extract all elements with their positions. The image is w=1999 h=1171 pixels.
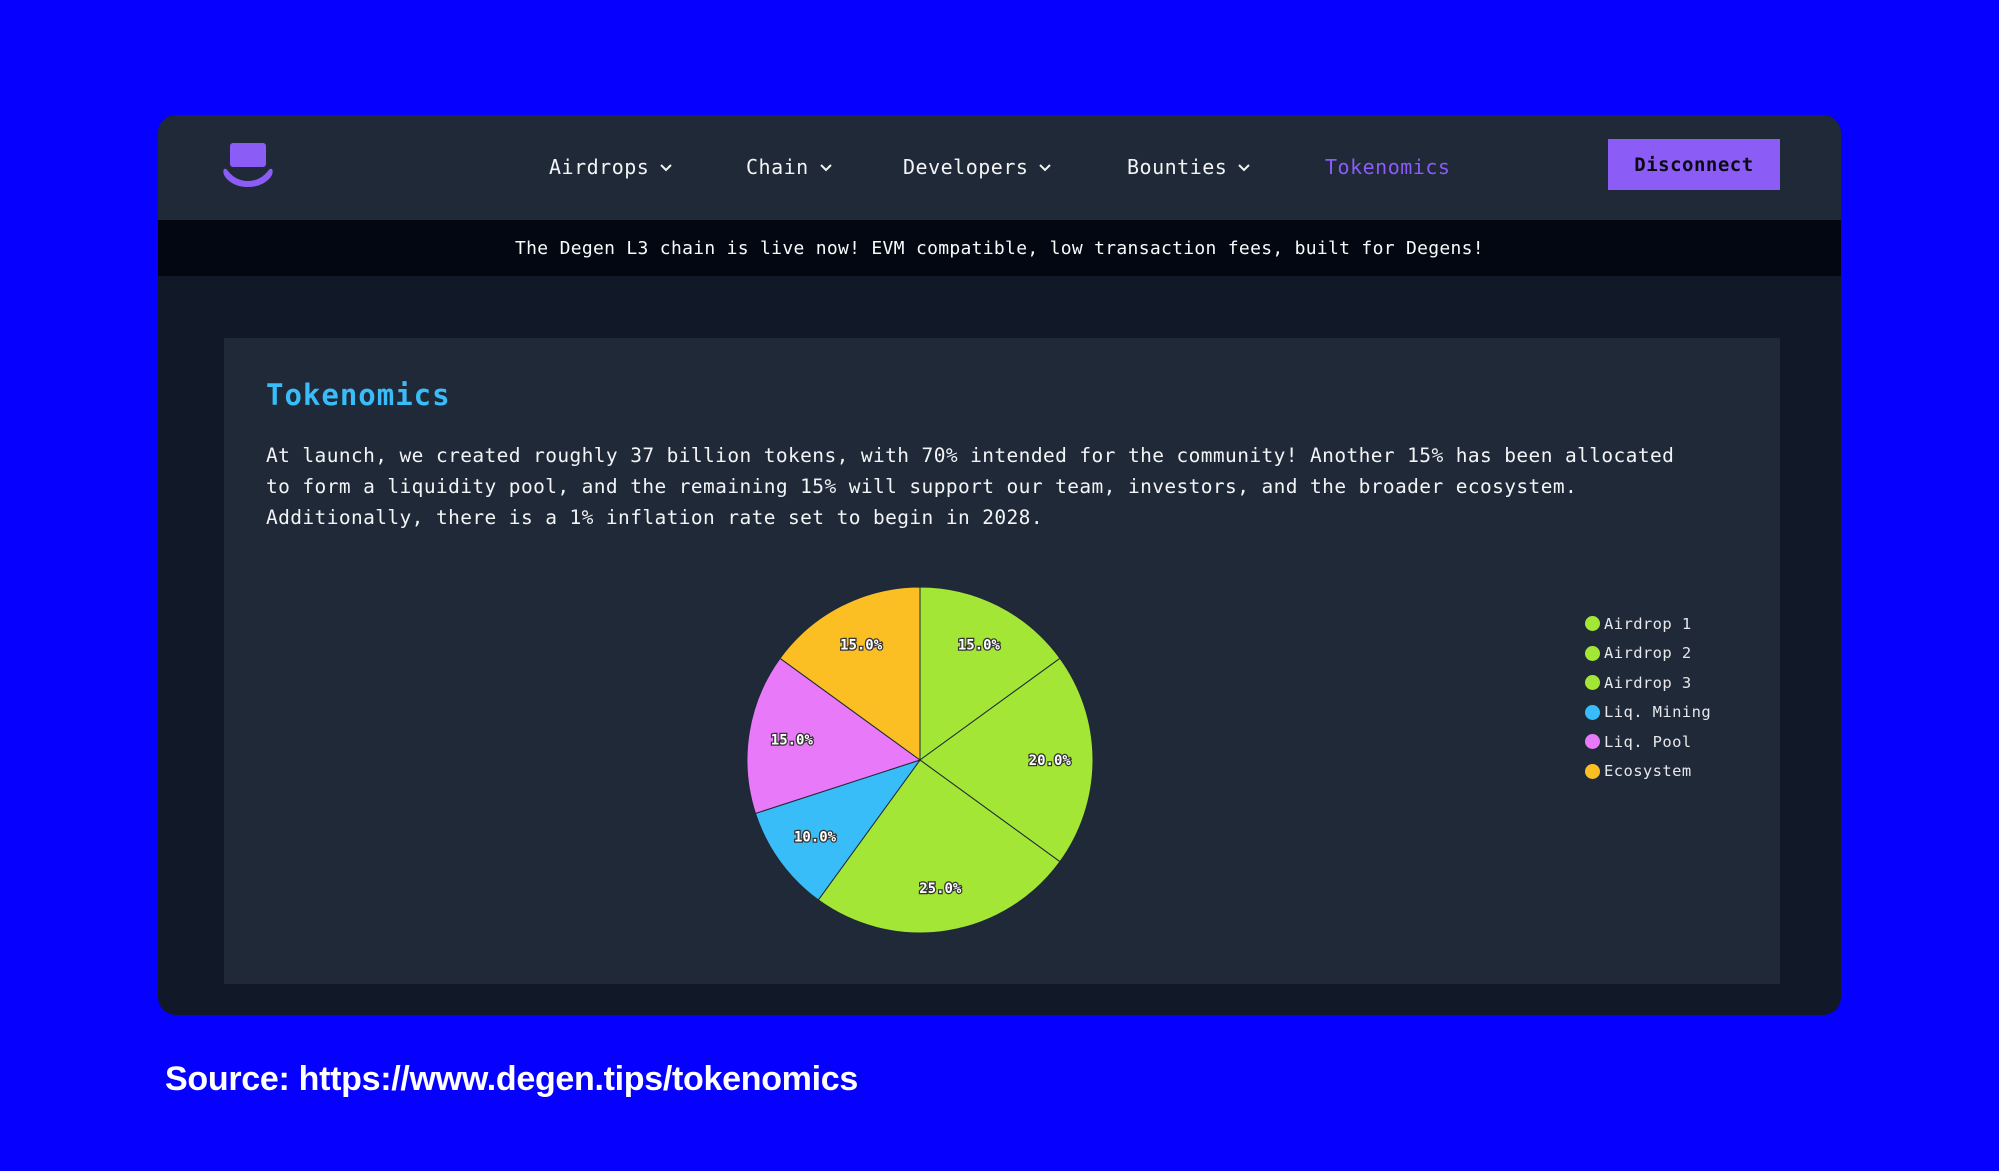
legend-label: Airdrop 3 [1604,673,1692,692]
chevron-down-icon [1238,164,1251,172]
pie-slice-label: 25.0% [919,881,962,897]
tokenomics-card: Tokenomics At launch, we created roughly… [224,338,1780,984]
chevron-down-icon [1039,164,1052,172]
legend-swatch [1585,616,1600,632]
disconnect-button[interactable]: Disconnect [1608,139,1780,190]
legend-item[interactable]: Airdrop 3 [1585,668,1711,698]
source-caption: Source: https://www.degen.tips/tokenomic… [165,1060,858,1098]
pie-slice-label: 15.0% [771,733,814,749]
legend-swatch [1585,645,1600,661]
chevron-down-icon [820,164,832,172]
pie-slice-label: 15.0% [958,637,1001,653]
legend-item[interactable]: Airdrop 1 [1585,609,1711,639]
nav-item-label: Chain [746,155,809,179]
announcement-banner: The Degen L3 chain is live now! EVM comp… [158,220,1841,276]
navbar: Airdrops Chain Developers Bounties Token… [158,115,1841,220]
legend-label: Liq. Pool [1604,732,1692,751]
nav-item-airdrops[interactable]: Airdrops [549,153,673,181]
nav-item-label: Developers [903,155,1029,179]
legend-item[interactable]: Liq. Mining [1585,698,1711,728]
pie-slice-label: 10.0% [794,829,837,845]
browser-window: Airdrops Chain Developers Bounties Token… [158,115,1841,1015]
legend-label: Airdrop 1 [1604,614,1692,633]
chevron-down-icon [660,164,673,172]
legend-item[interactable]: Liq. Pool [1585,727,1711,757]
nav-item-chain[interactable]: Chain [746,153,833,181]
chart-legend: Airdrop 1 Airdrop 2 Airdrop 3 Liq. Mining Li… [1585,609,1711,786]
legend-label: Ecosystem [1604,762,1692,781]
legend-label: Airdrop 2 [1604,644,1692,663]
nav-item-label: Tokenomics [1325,155,1451,179]
legend-swatch [1585,734,1600,750]
banner-text: The Degen L3 chain is live now! EVM comp… [515,237,1484,259]
nav-item-tokenomics[interactable]: Tokenomics [1325,153,1450,181]
legend-item[interactable]: Airdrop 2 [1585,639,1711,669]
nav-item-label: Airdrops [549,155,650,179]
legend-swatch [1585,675,1600,691]
legend-label: Liq. Mining [1604,703,1712,722]
legend-swatch [1585,704,1600,720]
legend-item[interactable]: Ecosystem [1585,757,1711,787]
nav-item-developers[interactable]: Developers [903,153,1052,181]
nav-item-label: Bounties [1127,155,1228,179]
nav-menu: Airdrops Chain Developers Bounties Token… [158,115,1841,220]
pie-slice-label: 20.0% [1029,753,1072,769]
tokenomics-pie-chart: 15.0% 20.0% 25.0% 10.0% 15.0% 15.0% [746,586,1094,934]
pie-slice-label: 15.0% [840,637,883,653]
legend-swatch [1585,763,1600,779]
nav-item-bounties[interactable]: Bounties [1127,153,1251,181]
